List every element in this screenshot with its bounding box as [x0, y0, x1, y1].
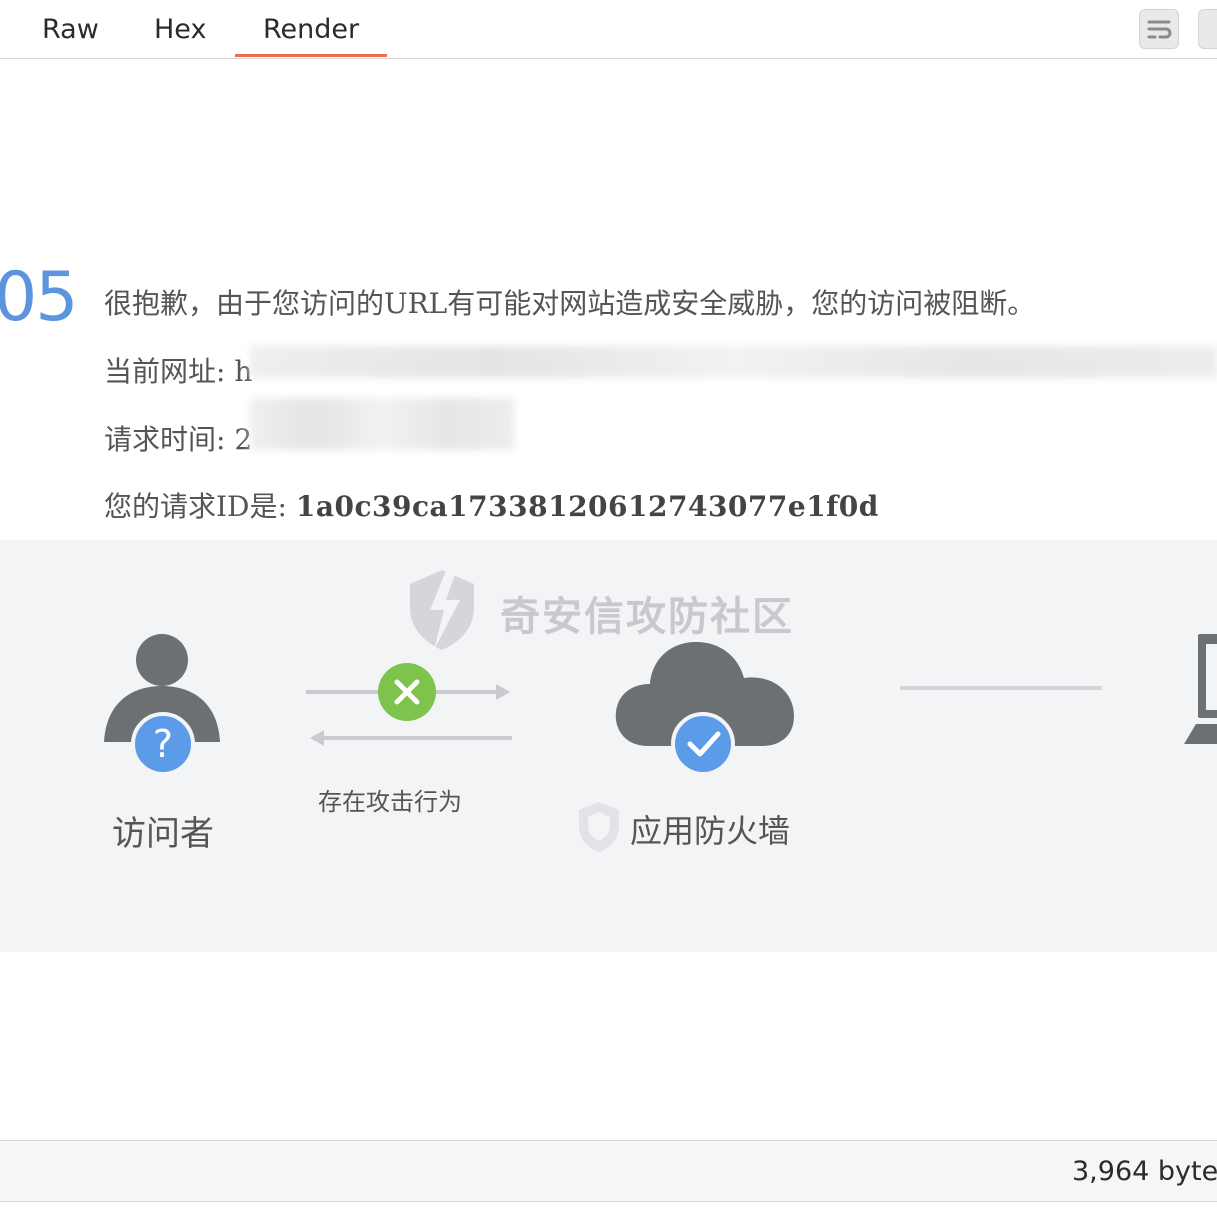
current-url-row: 当前网址: h [104, 350, 252, 390]
tab-raw[interactable]: Raw [42, 14, 99, 45]
waf-label: 应用防火墙 [630, 812, 791, 850]
shield-lightning-icon [410, 566, 474, 650]
blocked-x-icon [378, 663, 436, 721]
tab-hex[interactable]: Hex [154, 14, 206, 45]
redacted-url [250, 346, 1217, 378]
block-message: 很抱歉，由于您访问的URL有可能对网站造成安全威胁，您的访问被阻断。 [104, 287, 1036, 320]
redacted-time [250, 398, 514, 450]
svg-text:?: ? [153, 722, 173, 766]
attack-label: 存在攻击行为 [318, 788, 462, 816]
request-time-row: 请求时间: 2 [104, 418, 252, 458]
connector-line [900, 686, 1102, 690]
request-id-label: 您的请求ID是: [104, 490, 296, 523]
request-id-row: 您的请求ID是: 1a0c39ca17338120612743077e1f0d [104, 485, 879, 525]
visitor-icon: ? [104, 634, 220, 776]
text-wrap-icon [1147, 20, 1172, 39]
request-time-label: 请求时间: [104, 423, 235, 456]
error-code: 05 [0, 258, 79, 337]
response-size: 3,964 bytes [1072, 1156, 1217, 1187]
tab-bar: Raw Hex Render [0, 0, 1217, 59]
request-id-value: 1a0c39ca17338120612743077e1f0d [295, 490, 879, 523]
shield-icon [579, 802, 619, 852]
tab-render[interactable]: Render [234, 14, 388, 57]
current-url-label: 当前网址: [104, 355, 235, 388]
status-bar: 3,964 bytes [0, 1140, 1217, 1202]
text-wrap-button[interactable] [1139, 9, 1179, 49]
more-options-button[interactable] [1198, 9, 1217, 49]
server-icon [1184, 634, 1217, 744]
cloud-icon [615, 642, 794, 776]
visitor-label: 访问者 [112, 814, 214, 854]
